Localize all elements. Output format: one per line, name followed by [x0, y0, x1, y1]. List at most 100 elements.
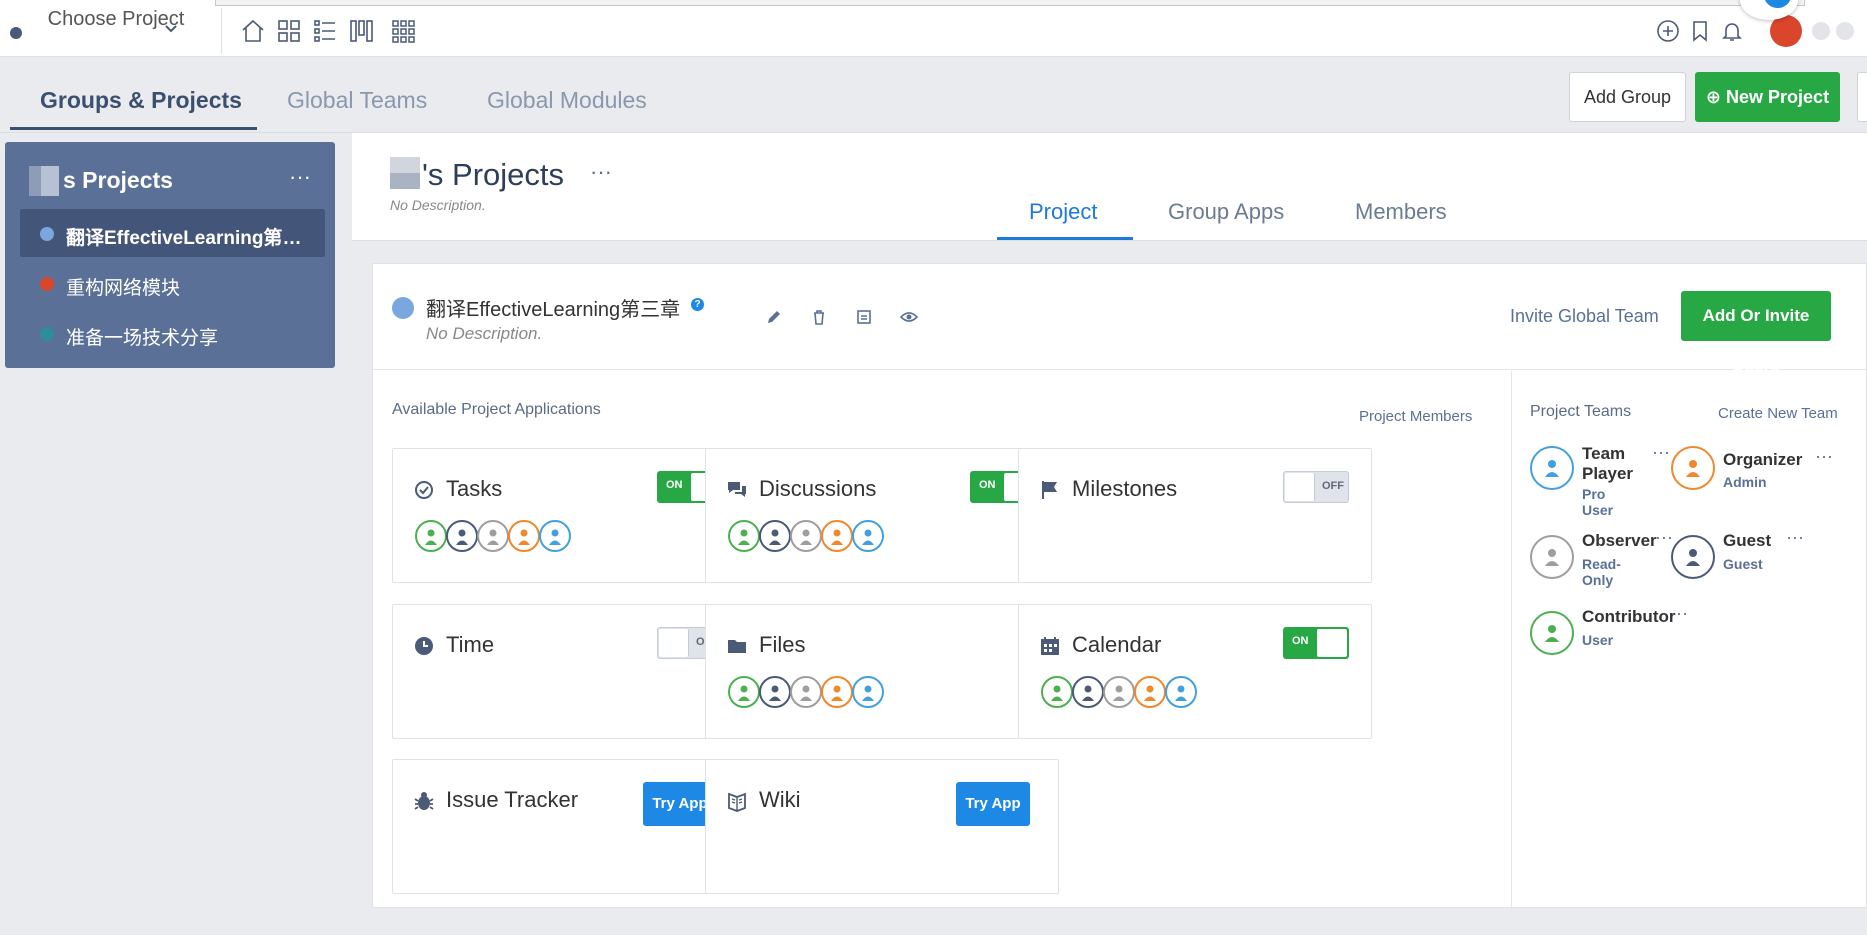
- folder-icon: [728, 640, 746, 653]
- flag-icon: [1042, 481, 1057, 499]
- member-avatar[interactable]: [728, 676, 760, 708]
- user-avatar[interactable]: [1770, 15, 1802, 47]
- tab-members[interactable]: Members: [1355, 199, 1447, 225]
- add-group-button[interactable]: Add Group: [1569, 72, 1686, 122]
- list-icon[interactable]: [312, 18, 338, 44]
- project-card: 翻译EffectiveLearning第三章 ? No Description.…: [372, 263, 1867, 909]
- user-icon: [800, 529, 812, 545]
- member-avatar[interactable]: [852, 520, 884, 552]
- user-icon: [831, 529, 843, 545]
- toggle-knob: [1285, 473, 1315, 501]
- user-icon: [1144, 685, 1156, 701]
- help-icon[interactable]: ?: [691, 298, 704, 311]
- member-avatar[interactable]: [1041, 676, 1073, 708]
- grid-icon[interactable]: [276, 18, 302, 44]
- create-new-team-link[interactable]: Create New Team: [1718, 405, 1838, 422]
- page-title: 's Projects: [422, 157, 565, 192]
- team-more-button[interactable]: ···: [1786, 527, 1804, 548]
- tab-global-modules[interactable]: Global Modules: [487, 87, 647, 114]
- app-toggle[interactable]: ON: [1283, 627, 1349, 659]
- member-avatar[interactable]: [508, 520, 540, 552]
- book-icon: [728, 792, 746, 812]
- edit-icon[interactable]: [765, 308, 783, 326]
- app-toggle[interactable]: OFF: [1283, 471, 1349, 503]
- member-avatar[interactable]: [790, 520, 822, 552]
- tab-project[interactable]: Project: [1029, 199, 1097, 225]
- member-avatar[interactable]: [821, 520, 853, 552]
- project-color-dot: [392, 297, 414, 319]
- header-more-button[interactable]: ···: [590, 159, 612, 185]
- project-color-dot: [40, 327, 54, 341]
- page-header: 's Projects ··· No Description. Project …: [352, 133, 1867, 241]
- member-avatar[interactable]: [1134, 676, 1166, 708]
- member-avatar[interactable]: [821, 676, 853, 708]
- team-more-button[interactable]: ···: [1670, 603, 1688, 624]
- invite-global-team-link[interactable]: Invite Global Team: [1510, 306, 1659, 327]
- browser-edge: [215, 0, 1805, 6]
- user-icon: [862, 685, 874, 701]
- team-name: Guest: [1723, 531, 1772, 550]
- eye-icon[interactable]: [900, 308, 918, 326]
- project-name: 翻译EffectiveLearning第三章: [426, 299, 681, 321]
- try-app-button[interactable]: Try App: [956, 782, 1030, 826]
- toggle-state: ON: [666, 479, 683, 491]
- team-avatar: [1671, 446, 1715, 490]
- team-name: Observer: [1582, 531, 1657, 550]
- tab-groups-projects[interactable]: Groups & Projects: [40, 87, 242, 114]
- sidebar-item-project[interactable]: 重构网络模块: [20, 259, 325, 307]
- bookmark-icon[interactable]: [1688, 19, 1712, 43]
- member-avatar[interactable]: [759, 676, 791, 708]
- team-avatar: [1530, 535, 1574, 579]
- member-avatar[interactable]: [790, 676, 822, 708]
- add-circle-icon[interactable]: [1656, 19, 1680, 43]
- apps-icon[interactable]: [390, 18, 416, 44]
- member-avatar[interactable]: [415, 520, 447, 552]
- user-icon: [769, 529, 781, 545]
- plus-circle-icon: ⊕: [1705, 87, 1722, 107]
- app-card-issue-tracker: Issue Tracker Try App: [392, 759, 746, 894]
- member-avatar[interactable]: [539, 520, 571, 552]
- bell-icon[interactable]: [1720, 19, 1744, 43]
- add-or-invite-users-button[interactable]: Add Or Invite Users: [1681, 291, 1831, 375]
- status-dot: [1812, 22, 1830, 40]
- team-more-button[interactable]: ···: [1815, 446, 1833, 467]
- group-more-button[interactable]: ···: [289, 164, 311, 190]
- user-icon: [549, 529, 561, 545]
- more-button[interactable]: [1857, 72, 1867, 122]
- home-icon[interactable]: [240, 18, 266, 44]
- sidebar-item-project[interactable]: 翻译EffectiveLearning第三章: [20, 209, 325, 257]
- team-more-button[interactable]: ···: [1655, 527, 1673, 548]
- project-color-dot: [10, 27, 22, 39]
- columns-icon[interactable]: [348, 18, 374, 44]
- active-tab-indicator: [10, 127, 257, 130]
- team-avatar: [1671, 535, 1715, 579]
- tab-group-apps[interactable]: Group Apps: [1168, 199, 1284, 225]
- project-members-link[interactable]: Project Members: [1359, 408, 1472, 425]
- new-project-button[interactable]: ⊕ New Project: [1695, 72, 1840, 122]
- divider: [221, 8, 222, 54]
- chevron-down-icon[interactable]: [162, 20, 180, 38]
- member-avatar[interactable]: [477, 520, 509, 552]
- member-avatar[interactable]: [1103, 676, 1135, 708]
- member-avatar[interactable]: [1165, 676, 1197, 708]
- app-card-calendar: Calendar ON: [1018, 604, 1372, 739]
- apps-section-title: Available Project Applications: [392, 401, 601, 418]
- toggle-knob: [1317, 629, 1347, 657]
- tab-global-teams[interactable]: Global Teams: [287, 87, 427, 114]
- member-avatar[interactable]: [446, 520, 478, 552]
- user-icon: [1175, 685, 1187, 701]
- user-icon: [425, 529, 437, 545]
- sidebar-item-label: 翻译EffectiveLearning第三章: [66, 228, 306, 249]
- trash-icon[interactable]: [810, 308, 828, 326]
- member-avatar[interactable]: [759, 520, 791, 552]
- team-more-button[interactable]: ···: [1652, 442, 1670, 463]
- app-name: Files: [759, 632, 806, 657]
- member-avatar[interactable]: [1072, 676, 1104, 708]
- team-name: Team Player: [1582, 444, 1634, 483]
- member-avatar[interactable]: [728, 520, 760, 552]
- member-avatar[interactable]: [852, 676, 884, 708]
- archive-icon[interactable]: [855, 308, 873, 326]
- group-thumbnail: [390, 157, 420, 189]
- sidebar-item-project[interactable]: 准备一场技术分享: [20, 309, 325, 357]
- teams-section: Project Teams Create New Team Team Playe…: [1511, 371, 1867, 909]
